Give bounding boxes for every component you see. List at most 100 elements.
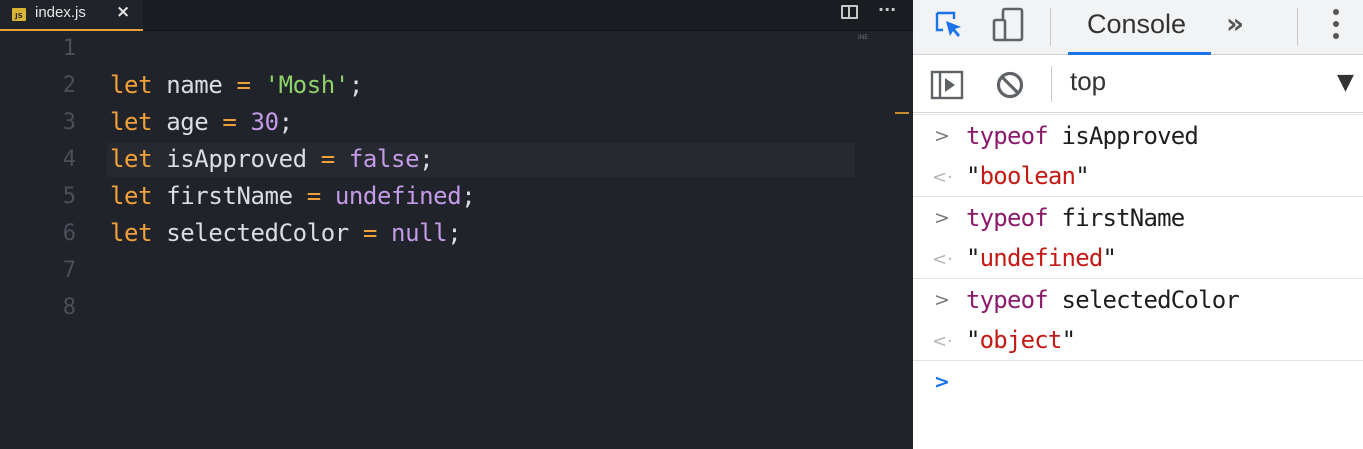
line-number: 7 <box>62 258 76 283</box>
code-editor: JS index.js × ··· INE 1 2 let name = 'Mosh… <box>0 0 913 449</box>
console-command: typeof isApproved <box>966 122 1199 150</box>
quote-mark: " <box>1061 326 1076 354</box>
token-ident <box>335 145 349 173</box>
code-line[interactable]: 3 let age = 30; <box>0 106 913 143</box>
editor-tab-bar: JS index.js × ··· <box>0 0 913 31</box>
active-tab-indicator <box>1068 52 1211 55</box>
console-prompt-input[interactable]: > <box>913 360 1363 401</box>
token-ident: ; <box>278 108 293 136</box>
device-toolbar-icon[interactable] <box>991 6 1027 42</box>
input-chevron-icon: > <box>934 125 950 147</box>
token-ident: ; <box>348 71 363 99</box>
javascript-context-select[interactable]: top <box>1070 66 1106 97</box>
quote-mark: " <box>966 326 980 354</box>
quote-mark: " <box>966 162 980 190</box>
result-string: undefined <box>979 244 1104 272</box>
token-ident: name <box>152 71 237 99</box>
devtools-panel: Console » top ▼ > typeof isApproved <· "boo… <box>913 0 1363 449</box>
console-result-entry: <· "boolean" <box>913 155 1363 196</box>
active-prompt-chevron-icon: > <box>934 371 950 393</box>
token-op: = <box>222 108 237 136</box>
show-sidebar-icon[interactable] <box>930 70 964 100</box>
toolbar-divider <box>1297 8 1298 46</box>
token-op: = <box>306 182 321 210</box>
console-filter-bar: top ▼ <box>913 56 1363 113</box>
inspect-element-icon[interactable] <box>934 10 964 40</box>
line-number: 4 <box>62 147 76 172</box>
token-ident: ; <box>447 219 462 247</box>
token-kw: let <box>110 108 153 136</box>
code-line[interactable]: 6 let selectedColor = null; <box>0 217 913 254</box>
line-source: let name = 'Mosh'; <box>110 71 363 99</box>
command-expression: firstName <box>1047 204 1186 232</box>
tab-console-label: Console <box>1087 9 1187 39</box>
input-chevron-icon: > <box>934 207 950 229</box>
quote-mark: " <box>1075 162 1089 190</box>
command-expression: isApproved <box>1047 122 1199 150</box>
more-tabs-chevron-icon[interactable]: » <box>1226 7 1244 40</box>
line-source: let isApproved = false; <box>110 145 434 173</box>
quote-mark: " <box>1102 244 1117 272</box>
token-kw: let <box>110 145 153 173</box>
split-editor-icon[interactable] <box>841 5 858 19</box>
token-ident <box>321 182 335 210</box>
code-line[interactable]: 4 let isApproved = false; <box>0 143 913 180</box>
token-lit: undefined <box>334 182 462 210</box>
result-arrow-icon: <· <box>932 249 953 270</box>
close-tab-icon[interactable]: × <box>116 2 130 22</box>
token-ident: ; <box>419 145 434 173</box>
more-actions-icon[interactable]: ··· <box>878 0 896 19</box>
token-op: = <box>362 219 377 247</box>
token-kw: let <box>110 182 153 210</box>
line-source: let selectedColor = null; <box>110 219 462 247</box>
result-string: object <box>979 326 1063 354</box>
token-ident: selectedColor <box>152 219 363 247</box>
token-ident <box>377 219 391 247</box>
result-arrow-icon: <· <box>932 331 953 352</box>
console-input-entry: > typeof isApproved <box>913 114 1363 155</box>
command-keyword: typeof <box>966 286 1049 314</box>
console-result-entry: <· "undefined" <box>913 237 1363 278</box>
input-chevron-icon: > <box>934 289 950 311</box>
code-line[interactable]: 8 <box>0 291 913 328</box>
console-command: typeof selectedColor <box>966 286 1240 314</box>
devtools-menu-icon[interactable] <box>1332 9 1340 43</box>
tab-filename: index.js <box>35 4 86 21</box>
console-input-entry: > typeof firstName <box>913 196 1363 237</box>
toolbar-divider <box>1050 8 1051 46</box>
dropdown-arrow-icon[interactable]: ▼ <box>1337 70 1354 95</box>
token-lit: false <box>348 145 420 173</box>
console-result-value: "object" <box>966 326 1076 354</box>
code-line[interactable]: 7 <box>0 254 913 291</box>
line-number: 2 <box>62 73 76 98</box>
tab-console[interactable]: Console <box>1068 0 1211 55</box>
code-line[interactable]: 5 let firstName = undefined; <box>0 180 913 217</box>
line-source: let age = 30; <box>110 108 293 136</box>
quote-mark: " <box>966 244 980 272</box>
result-arrow-icon: <· <box>932 167 953 188</box>
command-keyword: typeof <box>966 204 1049 232</box>
code-line[interactable]: 2 let name = 'Mosh'; <box>0 69 913 106</box>
token-ident <box>236 108 250 136</box>
console-result-value: "undefined" <box>966 244 1117 272</box>
token-ident: firstName <box>152 182 307 210</box>
token-kw: let <box>110 219 153 247</box>
token-ident: isApproved <box>152 145 321 173</box>
line-number: 1 <box>62 36 76 61</box>
editor-tab-index-js[interactable]: JS index.js × <box>0 0 143 31</box>
code-line[interactable]: 1 <box>0 32 913 69</box>
devtools-toolbar: Console » <box>913 0 1363 55</box>
token-ident <box>251 71 265 99</box>
console-result-value: "boolean" <box>966 162 1090 190</box>
line-number: 8 <box>62 295 76 320</box>
console-result-entry: <· "object" <box>913 319 1363 360</box>
console-input-entry: > typeof selectedColor <box>913 278 1363 319</box>
line-source: let firstName = undefined; <box>110 182 476 210</box>
token-op: = <box>320 145 335 173</box>
line-number: 3 <box>62 110 76 135</box>
token-ident: ; <box>461 182 476 210</box>
filter-divider <box>1051 66 1052 102</box>
clear-console-icon[interactable] <box>995 70 1025 100</box>
token-op: = <box>236 71 251 99</box>
token-kw: let <box>110 71 153 99</box>
